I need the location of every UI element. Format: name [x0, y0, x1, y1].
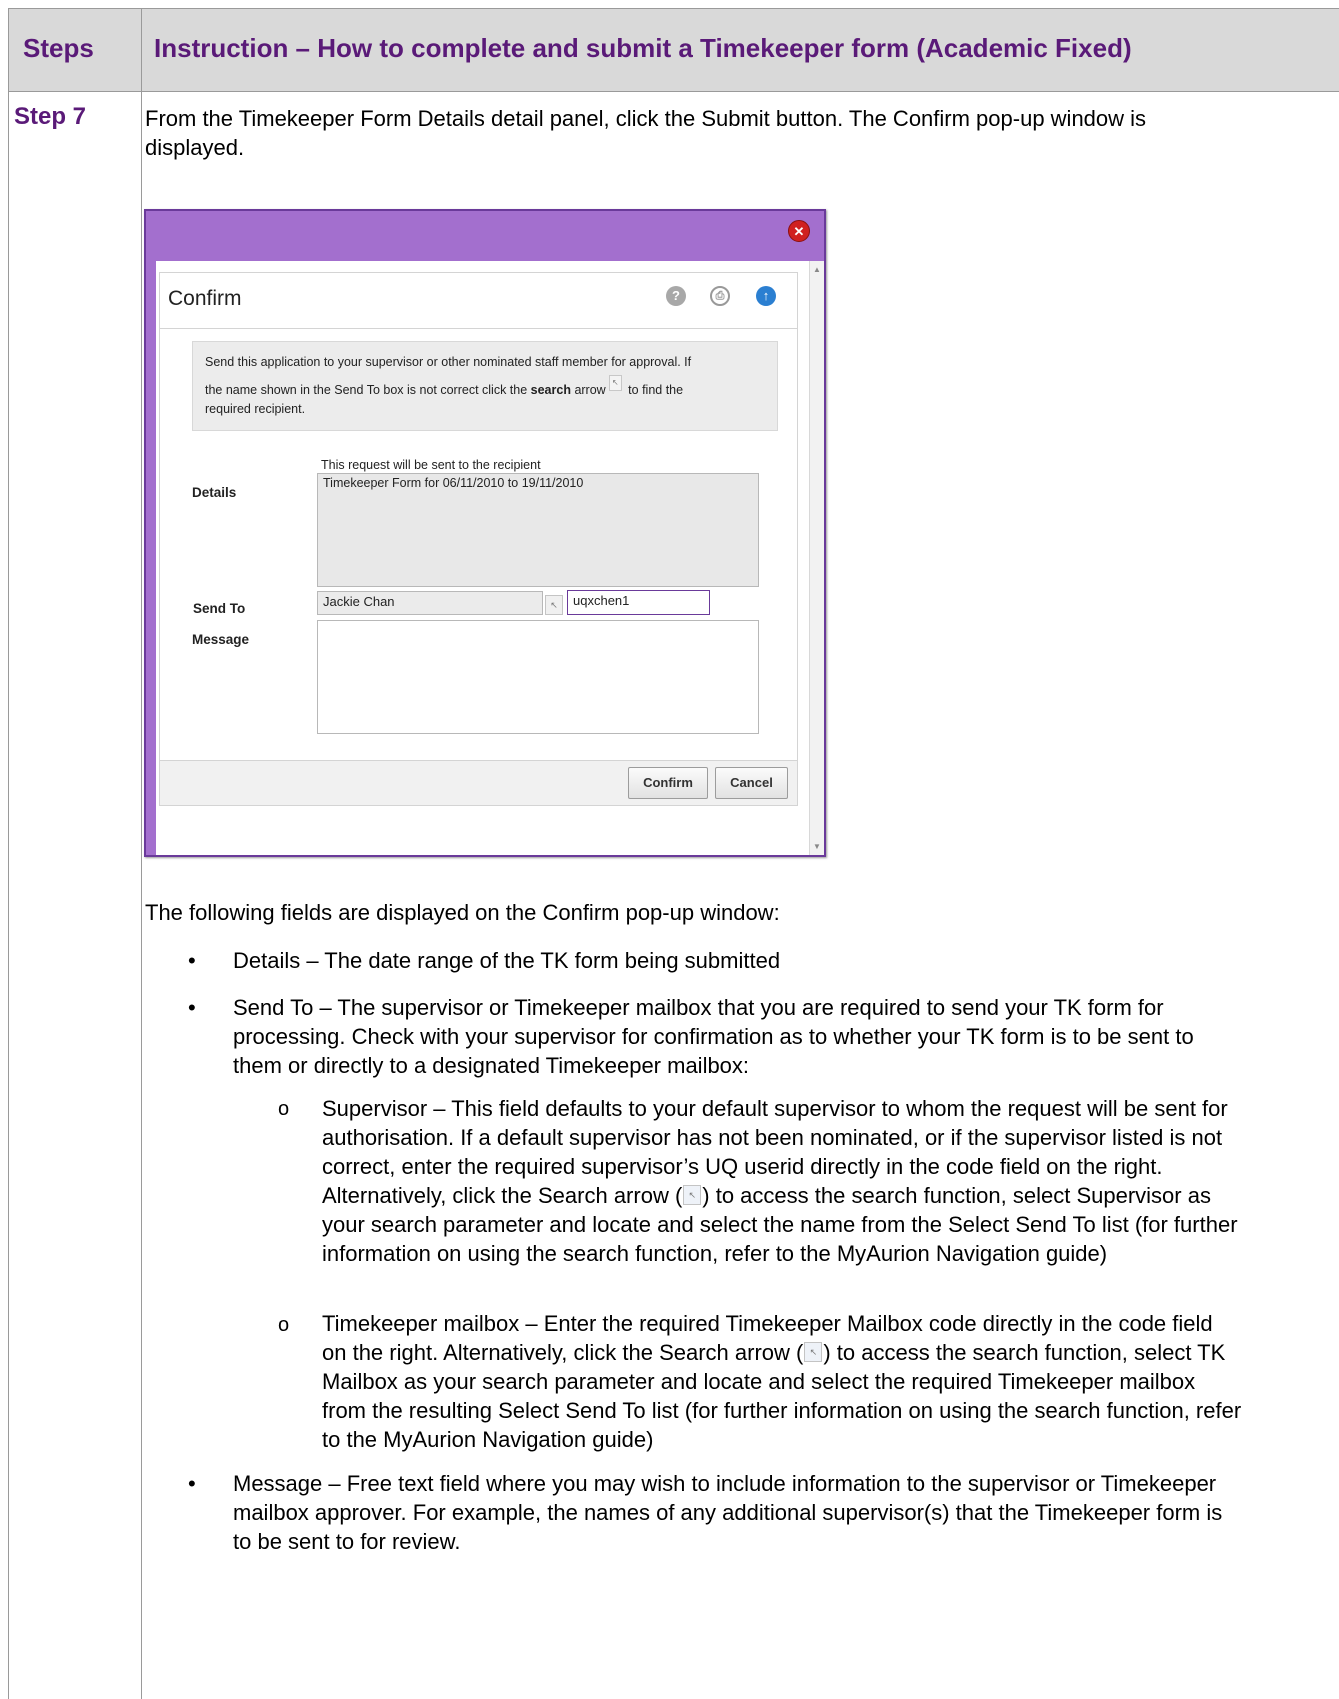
fields-lead-text: The following fields are displayed on th…: [145, 900, 780, 925]
info-search-word: search: [530, 383, 571, 397]
bullet-icon: •: [188, 948, 196, 973]
help-icon[interactable]: ?: [666, 286, 686, 306]
bullet-send-to: Send To – The supervisor or Timekeeper m…: [233, 995, 1194, 1078]
send-to-field: Jackie Chan: [317, 591, 543, 615]
info-line-1: Send this application to your supervisor…: [205, 355, 692, 369]
dialog-footer: Confirm Cancel: [160, 760, 797, 805]
info-line-2-arrow-text: arrow: [570, 383, 606, 397]
bullet-icon: •: [188, 1471, 196, 1496]
cancel-button[interactable]: Cancel: [715, 767, 788, 799]
instruction-column-header: Instruction – How to complete and submit…: [154, 33, 1132, 63]
recipient-note: This request will be sent to the recipie…: [321, 458, 541, 472]
search-arrow-icon[interactable]: ↖: [545, 595, 563, 615]
confirm-dialog-screenshot: ✕ ▲ ▼ Confirm ? ⎙ ↑ Send this applicatio…: [144, 209, 826, 857]
column-divider: [141, 9, 142, 1699]
details-field: Timekeeper Form for 06/11/2010 to 19/11/…: [317, 473, 759, 587]
sub-bullet-icon: o: [278, 1098, 290, 1120]
dialog-left-border: [146, 261, 156, 855]
info-line-3: required recipient.: [205, 402, 306, 416]
close-icon[interactable]: ✕: [788, 220, 810, 242]
sub-bullet-supervisor: Supervisor – This field defaults to your…: [322, 1094, 1242, 1268]
divider: [160, 328, 797, 329]
confirm-heading: Confirm: [168, 287, 242, 310]
dialog-scrollbar[interactable]: ▲ ▼: [809, 261, 824, 855]
steps-column-header: Steps: [23, 33, 94, 63]
search-arrow-icon: ↖: [804, 1342, 823, 1363]
confirm-panel: Confirm ? ⎙ ↑ Send this application to y…: [159, 272, 798, 806]
search-arrow-icon: ↖: [608, 375, 622, 391]
sub-bullet-icon: o: [278, 1314, 290, 1336]
scroll-down-icon[interactable]: ▼: [813, 842, 821, 851]
dialog-titlebar: ✕: [146, 211, 824, 261]
info-line-2-text: the name shown in the Send To box is not…: [205, 383, 531, 397]
step-intro-text: From the Timekeeper Form Details detail …: [145, 106, 1147, 160]
sub-bullet-mailbox: Timekeeper mailbox – Enter the required …: [322, 1309, 1242, 1454]
scroll-up-icon[interactable]: ▲: [813, 265, 821, 274]
search-arrow-icon: ↖: [683, 1185, 702, 1206]
info-line-2-end: to find the: [624, 383, 684, 397]
send-to-label: Send To: [193, 601, 246, 616]
send-to-code-input[interactable]: uqxchen1: [567, 590, 710, 615]
info-line-2: the name shown in the Send To box is not…: [205, 375, 765, 400]
print-icon[interactable]: ⎙: [710, 286, 730, 306]
bullet-details: Details – The date range of the TK form …: [233, 948, 781, 973]
bullet-message: Message – Free text field where you may …: [233, 1471, 1223, 1554]
bullet-icon: •: [188, 995, 196, 1020]
message-label: Message: [192, 632, 250, 647]
details-label: Details: [192, 485, 237, 500]
step-label: Step 7: [14, 103, 87, 130]
info-message: Send this application to your supervisor…: [192, 341, 778, 431]
back-to-top-icon[interactable]: ↑: [756, 286, 776, 306]
message-textarea[interactable]: [317, 620, 759, 734]
confirm-button[interactable]: Confirm: [628, 767, 708, 799]
